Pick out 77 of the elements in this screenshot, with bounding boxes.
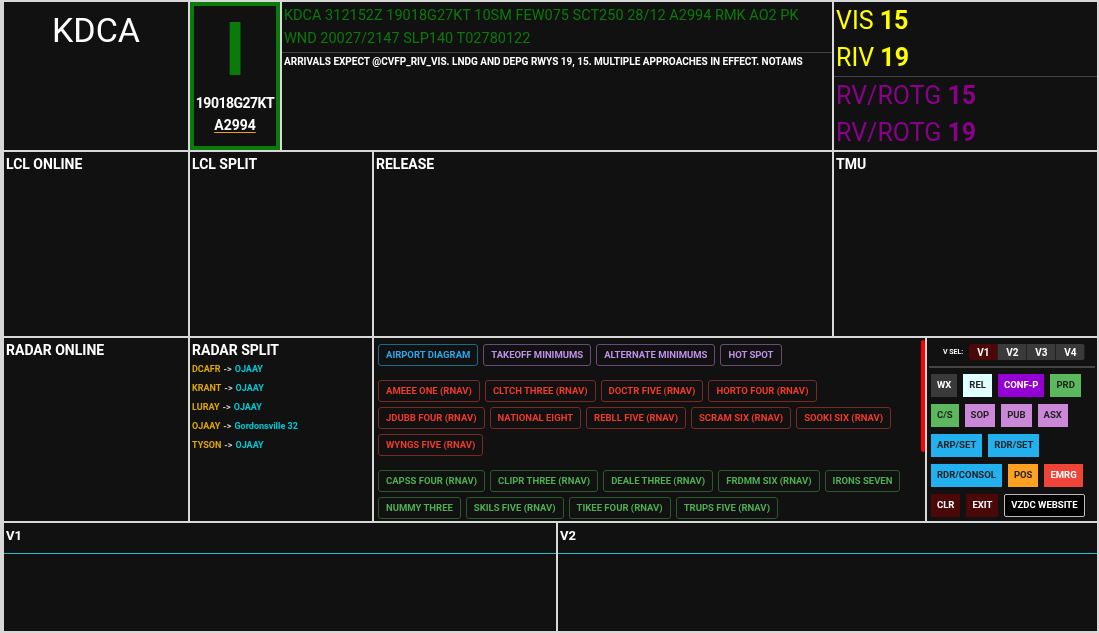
arrow-text: ->: [224, 383, 233, 393]
chart-button[interactable]: TIKEE FOUR (RNAV): [568, 497, 671, 519]
chart-button[interactable]: AIRPORT DIAGRAM: [378, 344, 479, 366]
chart-button[interactable]: HORTO FOUR (RNAV): [708, 380, 817, 402]
arrow-text: ->: [222, 402, 231, 412]
control-button[interactable]: EMRG: [1044, 464, 1083, 487]
control-button[interactable]: PRD: [1050, 374, 1081, 397]
panel-heading: RELEASE: [375, 155, 436, 174]
view-title: V2: [559, 527, 577, 545]
chart-button[interactable]: ALTERNATE MINIMUMS: [596, 344, 716, 366]
arrow-text: ->: [223, 421, 232, 431]
metar-text: KDCA 312152Z 19018G27KT 10SM FEW075 SCT250 28/12 A2994 RMK AO2 PK WND 20027/2147 SLP140 T02780122: [282, 2, 832, 53]
position-code: OJAAY: [235, 383, 264, 393]
chart-button[interactable]: SKILS FIVE (RNAV): [465, 497, 564, 519]
panel-heading: TMU: [835, 155, 868, 174]
runway-config: VIS 15: [836, 5, 910, 37]
chart-button[interactable]: TAKEOFF MINIMUMS: [483, 344, 592, 366]
panel-heading: RADAR SPLIT: [191, 341, 280, 360]
control-button[interactable]: RDR/SET: [988, 434, 1040, 457]
arrow-text: ->: [223, 364, 232, 374]
position-code: DCAFR: [192, 364, 221, 374]
control-button[interactable]: CONF-P: [997, 374, 1045, 397]
position-code: Gordonsville 32: [234, 421, 298, 431]
chart-button[interactable]: DOCTR FIVE (RNAV): [600, 380, 704, 402]
view-tab[interactable]: V1: [969, 344, 999, 360]
wind-text: 19018G27KT: [195, 94, 275, 112]
chart-button[interactable]: TRUPS FIVE (RNAV): [675, 497, 778, 519]
runway-config: RIV 19: [836, 42, 910, 74]
control-button[interactable]: RDR/CONSOL: [931, 464, 1002, 487]
arrow-text: ->: [224, 440, 233, 450]
chart-button[interactable]: JDUBB FOUR (RNAV): [378, 407, 485, 429]
scrollbar-thumb[interactable]: [921, 340, 925, 452]
control-button[interactable]: SOP: [964, 404, 996, 427]
chart-button[interactable]: CAPSS FOUR (RNAV): [378, 470, 486, 492]
position-code: OJAAY: [192, 421, 221, 431]
chart-button[interactable]: CLTCH THREE (RNAV): [484, 380, 596, 402]
remarks-text: ARRIVALS EXPECT @CVFP_RIV_VIS. LNDG AND DEPG RWYS 19, 15. MULTIPLE APPROACHES IN EFFECT. NOTAMS: [283, 55, 804, 69]
view-tab[interactable]: V2: [998, 344, 1028, 360]
control-button[interactable]: CLR: [931, 494, 961, 517]
control-button[interactable]: EXIT: [966, 494, 999, 517]
control-button[interactable]: C/S: [931, 404, 959, 427]
panel-heading: LCL SPLIT: [191, 155, 259, 174]
control-button[interactable]: REL: [963, 374, 992, 397]
position-code: TYSON: [192, 440, 222, 450]
chart-button[interactable]: CLIPR THREE (RNAV): [490, 470, 599, 492]
chart-button[interactable]: SOOKI SIX (RNAV): [796, 407, 892, 429]
chart-button[interactable]: AMEEE ONE (RNAV): [378, 380, 480, 402]
position-code: KRANT: [192, 383, 222, 393]
panel-heading: RADAR ONLINE: [5, 341, 106, 360]
chart-button[interactable]: NUMMY THREE: [378, 497, 461, 519]
control-button[interactable]: PUB: [1001, 404, 1032, 427]
chart-button[interactable]: HOT SPOT: [720, 344, 782, 366]
altimeter-text: A2994: [214, 116, 256, 134]
control-button[interactable]: ARP/SET: [931, 434, 983, 457]
control-button[interactable]: POS: [1007, 464, 1039, 487]
position-code: OJAAY: [235, 440, 264, 450]
view-tab[interactable]: V4: [1056, 344, 1086, 360]
control-button[interactable]: VZDC WEBSITE: [1004, 494, 1085, 517]
chart-button[interactable]: SCRAM SIX (RNAV): [691, 407, 792, 429]
control-button[interactable]: WX: [931, 374, 958, 397]
chart-button[interactable]: NATIONAL EIGHT: [489, 407, 582, 429]
chart-button[interactable]: IRONS SEVEN: [824, 470, 901, 492]
control-button[interactable]: ASX: [1037, 404, 1068, 427]
chart-button[interactable]: REBLL FIVE (RNAV): [586, 407, 686, 429]
runway-config: RV/ROTG 15: [836, 80, 978, 112]
view-tab[interactable]: V3: [1027, 344, 1057, 360]
position-code: OJAAY: [233, 402, 262, 412]
chart-button[interactable]: DEALE THREE (RNAV): [603, 470, 714, 492]
position-code: LURAY: [192, 402, 220, 412]
runway-config: RV/ROTG 19: [836, 117, 978, 149]
chart-button[interactable]: FRDMM SIX (RNAV): [718, 470, 820, 492]
chart-button[interactable]: WYNGS FIVE (RNAV): [378, 434, 484, 456]
view-title: V1: [5, 527, 23, 545]
atis-letter: I: [224, 10, 246, 90]
position-code: OJAAY: [234, 364, 263, 374]
airport-code: KDCA: [52, 9, 140, 52]
panel-heading: LCL ONLINE: [5, 155, 84, 174]
